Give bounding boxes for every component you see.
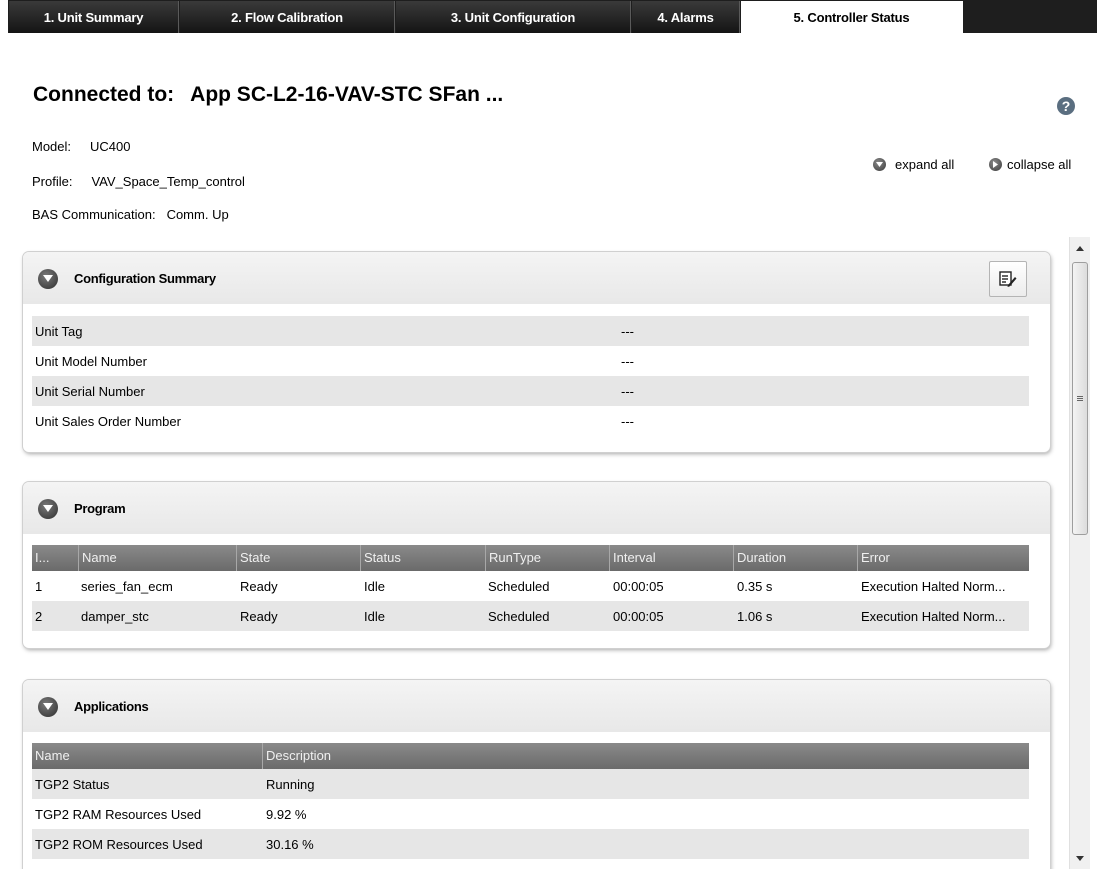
row-value: --- <box>621 354 634 369</box>
help-icon[interactable]: ? <box>1057 97 1075 115</box>
column-header[interactable]: Name <box>32 743 262 769</box>
column-header[interactable]: Duration <box>733 545 857 571</box>
row-value: --- <box>621 384 634 399</box>
profile-info: Profile: VAV_Space_Temp_control <box>32 174 245 189</box>
cell-name: TGP2 RAM Resources Used <box>35 807 202 822</box>
column-header[interactable]: I... <box>32 545 78 571</box>
table-row: Unit Sales Order Number --- <box>32 406 1029 436</box>
table-row[interactable]: TGP2 ROM Resources Used 30.16 % <box>32 829 1029 859</box>
panel-title: Configuration Summary <box>74 271 216 286</box>
vertical-scrollbar[interactable] <box>1069 237 1090 869</box>
row-label: Unit Serial Number <box>35 384 145 399</box>
scroll-up-arrow-icon[interactable] <box>1070 239 1090 257</box>
collapse-all-button[interactable]: collapse all <box>989 157 1071 172</box>
edit-document-icon[interactable] <box>989 261 1027 297</box>
cell-name: TGP2 Status <box>35 777 110 792</box>
configuration-summary-table: Unit Tag --- Unit Model Number --- Unit … <box>32 316 1029 436</box>
panels-scroll-area[interactable]: Configuration Summary Unit Tag --- Unit … <box>0 237 1068 869</box>
cell-interval: 00:00:05 <box>613 579 664 594</box>
tab-bar: 1. Unit Summary 2. Flow Calibration 3. U… <box>8 0 1097 33</box>
expand-all-icon <box>873 158 886 171</box>
cell-index: 2 <box>35 609 43 624</box>
applications-panel: Applications Name Description TGP2 Statu… <box>23 680 1050 869</box>
cell-description: 30.16 % <box>266 837 314 852</box>
tab-controller-status[interactable]: 5. Controller Status <box>741 1 963 33</box>
table-row[interactable]: TGP2 Status Running <box>32 769 1029 799</box>
cell-duration: 1.06 s <box>737 609 773 624</box>
tab-alarms[interactable]: 4. Alarms <box>632 1 740 33</box>
cell-runtype: Scheduled <box>488 609 550 624</box>
table-header: I... Name State Status RunType Interval … <box>32 545 1029 571</box>
table-row[interactable]: 1 series_fan_ecm Ready Idle Scheduled 00… <box>32 571 1029 601</box>
cell-name: damper_stc <box>81 609 149 624</box>
chevron-down-icon[interactable] <box>38 269 58 289</box>
chevron-down-icon[interactable] <box>38 697 58 717</box>
cell-status: Idle <box>364 609 385 624</box>
collapse-all-icon <box>989 158 1002 171</box>
program-header[interactable]: Program <box>23 482 1050 534</box>
tab-unit-summary[interactable]: 1. Unit Summary <box>9 1 179 33</box>
program-table: I... Name State Status RunType Interval … <box>32 545 1029 631</box>
cell-name: TGP2 ROM Resources Used <box>35 837 203 852</box>
cell-error: Execution Halted Norm... <box>861 609 1006 624</box>
cell-state: Ready <box>240 579 278 594</box>
cell-error: Execution Halted Norm... <box>861 579 1006 594</box>
grip-icon <box>1077 396 1083 401</box>
row-value: --- <box>621 414 634 429</box>
column-header[interactable]: Interval <box>609 545 733 571</box>
tab-unit-configuration[interactable]: 3. Unit Configuration <box>396 1 631 33</box>
profile-value: VAV_Space_Temp_control <box>91 174 245 189</box>
panel-title: Program <box>74 501 126 516</box>
connected-label: Connected to: <box>33 83 175 106</box>
column-header[interactable]: Status <box>360 545 485 571</box>
profile-label: Profile: <box>32 174 73 189</box>
row-label: Unit Tag <box>35 324 83 339</box>
cell-interval: 00:00:05 <box>613 609 664 624</box>
model-info: Model: UC400 <box>32 139 131 154</box>
cell-status: Idle <box>364 579 385 594</box>
column-header[interactable]: Error <box>857 545 1029 571</box>
table-row: Unit Tag --- <box>32 316 1029 346</box>
collapse-all-label: collapse all <box>1007 157 1072 172</box>
cell-runtype: Scheduled <box>488 579 550 594</box>
model-value: UC400 <box>90 139 131 154</box>
applications-header[interactable]: Applications <box>23 680 1050 732</box>
chevron-down-icon[interactable] <box>38 499 58 519</box>
panel-title: Applications <box>74 699 149 714</box>
table-row: Unit Serial Number --- <box>32 376 1029 406</box>
cell-index: 1 <box>35 579 43 594</box>
applications-table: Name Description TGP2 Status Running TGP… <box>32 743 1029 859</box>
cell-description: 9.92 % <box>266 807 307 822</box>
row-label: Unit Sales Order Number <box>35 414 181 429</box>
cell-description: Running <box>266 777 315 792</box>
column-header[interactable]: State <box>236 545 360 571</box>
cell-name: series_fan_ecm <box>81 579 173 594</box>
table-row[interactable]: 2 damper_stc Ready Idle Scheduled 00:00:… <box>32 601 1029 631</box>
column-header[interactable]: RunType <box>485 545 609 571</box>
column-header[interactable]: Description <box>262 743 1029 769</box>
tab-flow-calibration[interactable]: 2. Flow Calibration <box>180 1 395 33</box>
column-header[interactable]: Name <box>78 545 236 571</box>
cell-state: Ready <box>240 609 278 624</box>
configuration-summary-panel: Configuration Summary Unit Tag --- Unit … <box>23 252 1050 452</box>
row-value: --- <box>621 324 634 339</box>
bas-communication-info: BAS Communication: Comm. Up <box>32 207 229 222</box>
expand-all-label: expand all <box>895 157 955 172</box>
connection-title: Connected to: App SC-L2-16-VAV-STC SFan .… <box>33 83 503 107</box>
scrollbar-thumb[interactable] <box>1072 262 1088 535</box>
program-panel: Program I... Name State Status RunType I… <box>23 482 1050 648</box>
cell-duration: 0.35 s <box>737 579 773 594</box>
table-row[interactable]: TGP2 RAM Resources Used 9.92 % <box>32 799 1029 829</box>
row-label: Unit Model Number <box>35 354 147 369</box>
scroll-down-arrow-icon[interactable] <box>1070 849 1090 867</box>
configuration-summary-header[interactable]: Configuration Summary <box>23 252 1050 304</box>
table-header: Name Description <box>32 743 1029 769</box>
bas-label: BAS Communication: <box>32 207 156 222</box>
model-label: Model: <box>32 139 72 154</box>
bas-value: Comm. Up <box>166 207 229 222</box>
connected-value: App SC-L2-16-VAV-STC SFan ... <box>190 83 504 106</box>
table-row: Unit Model Number --- <box>32 346 1029 376</box>
expand-all-button[interactable]: expand all <box>873 157 954 172</box>
